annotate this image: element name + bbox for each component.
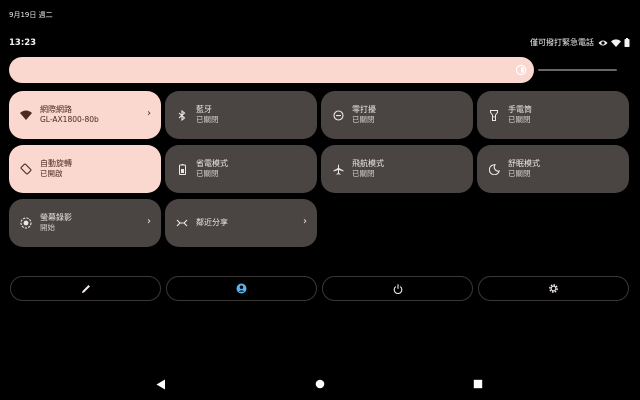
battery-icon xyxy=(624,38,630,47)
do-not-disturb-icon xyxy=(326,109,350,121)
tile-autorotate[interactable]: 自動旋轉 已開啟 xyxy=(9,145,161,193)
settings-button[interactable] xyxy=(478,276,629,301)
status-icons xyxy=(598,38,630,47)
user-button[interactable] xyxy=(166,276,317,301)
tile-label: 省電模式 xyxy=(196,159,228,169)
tile-label: 鄰近分享 xyxy=(196,218,228,227)
status-right: 僅可撥打緊急電話 xyxy=(530,37,630,48)
rotate-icon xyxy=(14,163,38,175)
tile-sublabel: 已關閉 xyxy=(508,115,531,125)
eye-icon xyxy=(598,40,608,45)
tile-sublabel: 已關閉 xyxy=(196,115,219,125)
back-button[interactable] xyxy=(156,379,166,390)
tile-flashlight[interactable]: 手電筒 已關閉 xyxy=(477,91,629,139)
gear-icon xyxy=(549,284,558,293)
status-date: 9月19日 週二 xyxy=(9,11,53,19)
tile-label: 網際網路 xyxy=(40,105,72,115)
tile-label: 舒眠模式 xyxy=(508,159,540,169)
tile-internet[interactable]: 網際網路 GL-AX1800-80b › xyxy=(9,91,161,139)
recents-button[interactable] xyxy=(473,379,483,389)
tile-sublabel: 已關閉 xyxy=(352,169,375,179)
tile-label: 零打擾 xyxy=(352,105,376,115)
back-triangle-icon xyxy=(156,379,165,390)
brightness-icon xyxy=(515,64,527,76)
tile-sublabel: 已開啟 xyxy=(40,169,63,179)
recents-square-icon xyxy=(473,379,483,389)
chevron-right-icon: › xyxy=(147,108,151,119)
brightness-slider[interactable] xyxy=(9,57,617,83)
power-button[interactable] xyxy=(322,276,473,301)
user-icon xyxy=(236,283,247,294)
airplane-icon xyxy=(326,164,350,175)
moon-icon xyxy=(482,163,506,175)
tile-battery-saver[interactable]: 省電模式 已關閉 xyxy=(165,145,317,193)
tile-sublabel: 開始 xyxy=(40,223,55,233)
tile-airplane[interactable]: 飛航模式 已關閉 xyxy=(321,145,473,193)
network-status-text: 僅可撥打緊急電話 xyxy=(530,38,594,47)
tile-dnd[interactable]: 零打擾 已關閉 xyxy=(321,91,473,139)
power-icon xyxy=(393,283,402,294)
flashlight-icon xyxy=(482,109,506,121)
tile-screen-record[interactable]: 螢幕錄影 開始 › xyxy=(9,199,161,247)
pencil-icon xyxy=(81,284,90,293)
nearby-share-icon xyxy=(170,219,194,227)
tile-label: 螢幕錄影 xyxy=(40,213,72,223)
tile-sublabel: 已關閉 xyxy=(196,169,219,179)
home-button[interactable] xyxy=(315,379,325,389)
tile-label: 藍牙 xyxy=(196,105,212,115)
tile-sublabel: 已關閉 xyxy=(352,115,375,125)
bluetooth-icon xyxy=(170,109,194,121)
tile-label: 自動旋轉 xyxy=(40,159,72,169)
tile-bluetooth[interactable]: 藍牙 已關閉 xyxy=(165,91,317,139)
tile-label: 手電筒 xyxy=(508,105,532,115)
chevron-right-icon: › xyxy=(303,216,307,227)
battery-saver-icon xyxy=(170,163,194,175)
tile-label: 飛航模式 xyxy=(352,159,384,169)
tile-nearby-share[interactable]: 鄰近分享 › xyxy=(165,199,317,247)
chevron-right-icon: › xyxy=(147,216,151,227)
brightness-fill[interactable] xyxy=(9,57,534,83)
screen-record-icon xyxy=(14,217,38,229)
wifi-icon xyxy=(14,110,38,120)
edit-button[interactable] xyxy=(10,276,161,301)
tile-sublabel: GL-AX1800-80b xyxy=(40,115,99,125)
home-circle-icon xyxy=(315,379,325,389)
brightness-track[interactable] xyxy=(538,69,617,71)
tile-sublabel: 已關閉 xyxy=(508,169,531,179)
tile-bedtime[interactable]: 舒眠模式 已關閉 xyxy=(477,145,629,193)
status-time: 13:23 xyxy=(9,38,37,48)
wifi-icon xyxy=(611,38,621,47)
